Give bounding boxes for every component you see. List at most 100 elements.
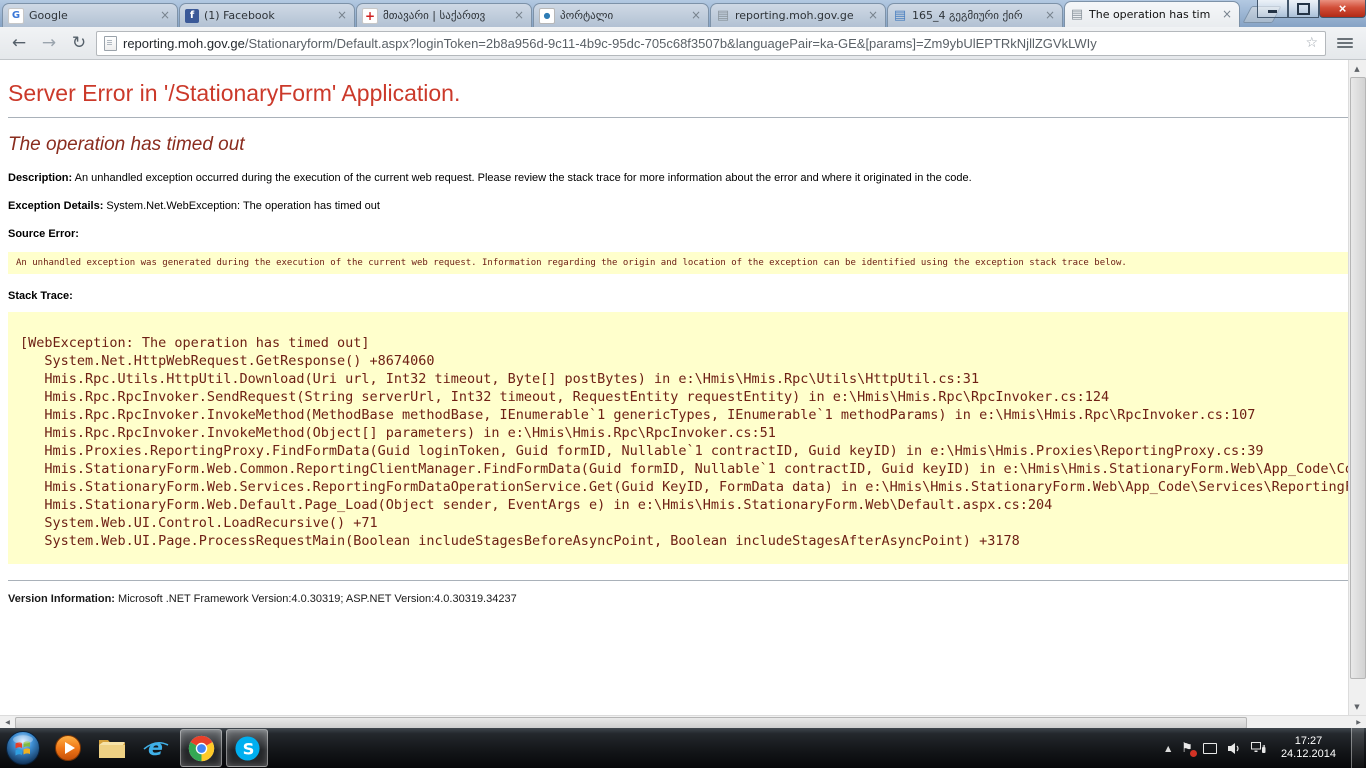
chrome-taskbar-button[interactable] xyxy=(180,729,222,767)
alert-badge xyxy=(1190,750,1197,757)
restore-button[interactable] xyxy=(1288,0,1319,18)
globe-favicon-icon: ● xyxy=(539,8,555,24)
media-player-taskbar-button[interactable] xyxy=(48,730,88,766)
taskbar-clock[interactable]: 17:27 24.12.2014 xyxy=(1276,735,1341,761)
tab-title: პორტალი xyxy=(560,9,684,22)
exception-details-row: Exception Details: System.Net.WebExcepti… xyxy=(8,200,1357,212)
tab-title: (1) Facebook xyxy=(204,9,330,22)
url-domain: reporting.moh.gov.ge xyxy=(123,36,245,51)
tab-165-4[interactable]: ▤ 165_4 გეგმიური ქირ × xyxy=(887,3,1063,27)
tab-portali[interactable]: ● პორტალი × xyxy=(533,3,709,27)
source-error-label: Source Error: xyxy=(8,228,79,240)
tab-title: Google xyxy=(29,9,153,22)
show-desktop-button[interactable] xyxy=(1351,728,1364,768)
facebook-favicon-icon: f xyxy=(185,9,199,23)
scroll-up-icon[interactable]: ▲ xyxy=(1349,60,1365,77)
page-title: Server Error in '/StationaryForm' Applic… xyxy=(8,80,1357,107)
tab-google[interactable]: G Google × xyxy=(2,3,178,27)
tab-close-icon[interactable]: × xyxy=(689,9,703,23)
page-favicon-icon: ▤ xyxy=(716,9,730,23)
page-favicon-icon: ▤ xyxy=(1070,8,1084,22)
url-text[interactable]: reporting.moh.gov.ge/Stationaryform/Defa… xyxy=(123,36,1299,51)
stack-trace-label-row: Stack Trace: xyxy=(8,290,1357,302)
description-row: Description: An unhandled exception occu… xyxy=(8,172,1357,184)
bookmark-star-icon[interactable]: ☆ xyxy=(1305,35,1318,51)
media-player-icon xyxy=(54,734,82,762)
error-page-content: Server Error in '/StationaryForm' Applic… xyxy=(0,60,1365,605)
network-icon[interactable] xyxy=(1251,742,1266,755)
tab-title: reporting.moh.gov.ge xyxy=(735,9,861,22)
page-subtitle: The operation has timed out xyxy=(8,134,1357,156)
tab-title: The operation has tim xyxy=(1089,8,1215,21)
svg-text:e: e xyxy=(148,736,163,761)
scroll-left-icon[interactable]: ◀ xyxy=(0,716,15,728)
back-icon: ← xyxy=(12,33,26,53)
skype-taskbar-button[interactable]: S xyxy=(226,729,268,767)
tab-mtavari[interactable]: + მთავარი | საქართვ × xyxy=(356,3,532,27)
exception-details-text: System.Net.WebException: The operation h… xyxy=(106,200,380,212)
tab-close-icon[interactable]: × xyxy=(1220,8,1234,22)
reload-button[interactable]: ↻ xyxy=(66,31,92,55)
site-favicon-icon: + xyxy=(362,8,378,24)
restore-icon xyxy=(1297,3,1310,15)
tab-reporting[interactable]: ▤ reporting.moh.gov.ge × xyxy=(710,3,886,27)
hamburger-icon xyxy=(1337,38,1353,40)
screen: G Google × f (1) Facebook × + მთავარი | … xyxy=(0,0,1366,768)
tab-close-icon[interactable]: × xyxy=(158,9,172,23)
exception-details-label: Exception Details: xyxy=(8,200,103,212)
forward-icon: → xyxy=(42,33,56,53)
tab-close-icon[interactable]: × xyxy=(512,9,526,23)
minimize-button[interactable] xyxy=(1257,0,1288,18)
windows-orb-icon xyxy=(5,730,41,766)
source-error-label-row: Source Error: xyxy=(8,228,1357,240)
explorer-taskbar-button[interactable] xyxy=(92,730,132,766)
page-viewport: Server Error in '/StationaryForm' Applic… xyxy=(0,60,1366,715)
system-tray: ▲ ⚑ 17:27 24.12.2014 xyxy=(1165,728,1366,768)
tab-close-icon[interactable]: × xyxy=(335,9,349,23)
forward-button[interactable]: → xyxy=(36,31,62,55)
vertical-scrollbar-thumb[interactable] xyxy=(1350,77,1366,679)
chrome-menu-button[interactable] xyxy=(1330,31,1360,55)
internet-explorer-icon: e xyxy=(141,734,171,762)
close-button[interactable]: × xyxy=(1319,0,1366,18)
address-bar[interactable]: reporting.moh.gov.ge/Stationaryform/Defa… xyxy=(96,31,1326,56)
start-button[interactable] xyxy=(0,728,46,768)
version-info-label: Version Information: xyxy=(8,593,115,605)
page-icon xyxy=(104,36,117,51)
tab-strip: G Google × f (1) Facebook × + მთავარი | … xyxy=(2,1,1277,27)
stack-trace-label: Stack Trace: xyxy=(8,290,73,302)
source-error-box: An unhandled exception was generated dur… xyxy=(8,252,1357,274)
tab-close-icon[interactable]: × xyxy=(866,9,880,23)
close-icon: × xyxy=(1339,1,1347,16)
svg-text:S: S xyxy=(242,739,254,758)
vertical-scrollbar[interactable]: ▲ ▼ xyxy=(1348,60,1366,715)
clock-time: 17:27 xyxy=(1281,735,1336,748)
tab-active-error-page[interactable]: ▤ The operation has tim × xyxy=(1064,1,1240,27)
volume-icon[interactable] xyxy=(1227,742,1241,755)
skype-icon: S xyxy=(234,735,261,762)
horizontal-scrollbar[interactable]: ◀ ▶ xyxy=(0,715,1366,729)
description-label: Description: xyxy=(8,172,72,184)
scroll-right-icon[interactable]: ▶ xyxy=(1351,716,1366,728)
tab-title: 165_4 გეგმიური ქირ xyxy=(912,9,1038,22)
version-info-row: Version Information: Microsoft .NET Fram… xyxy=(8,593,1357,605)
description-text: An unhandled exception occurred during t… xyxy=(75,172,972,184)
tab-close-icon[interactable]: × xyxy=(1043,9,1057,23)
chrome-icon xyxy=(188,735,215,762)
browser-toolbar: ← → ↻ reporting.moh.gov.ge/Stationaryfor… xyxy=(0,27,1366,60)
clock-date: 24.12.2014 xyxy=(1281,748,1336,761)
stack-trace-pre: [WebException: The operation has timed o… xyxy=(20,334,1345,550)
tab-facebook[interactable]: f (1) Facebook × xyxy=(179,3,355,27)
stack-trace-box: [WebException: The operation has timed o… xyxy=(8,312,1357,564)
taskbar: e S ▲ ⚑ xyxy=(0,728,1366,768)
action-center-flag-icon[interactable]: ⚑ xyxy=(1181,742,1193,755)
tray-device-icon[interactable] xyxy=(1203,743,1217,754)
divider xyxy=(8,580,1357,581)
back-button[interactable]: ← xyxy=(6,31,32,55)
internet-explorer-taskbar-button[interactable]: e xyxy=(136,730,176,766)
tab-title: მთავარი | საქართვ xyxy=(383,9,507,22)
divider xyxy=(8,117,1357,118)
show-hidden-icons-button[interactable]: ▲ xyxy=(1165,744,1171,753)
scroll-down-icon[interactable]: ▼ xyxy=(1349,698,1365,715)
version-info-text: Microsoft .NET Framework Version:4.0.303… xyxy=(118,593,517,605)
